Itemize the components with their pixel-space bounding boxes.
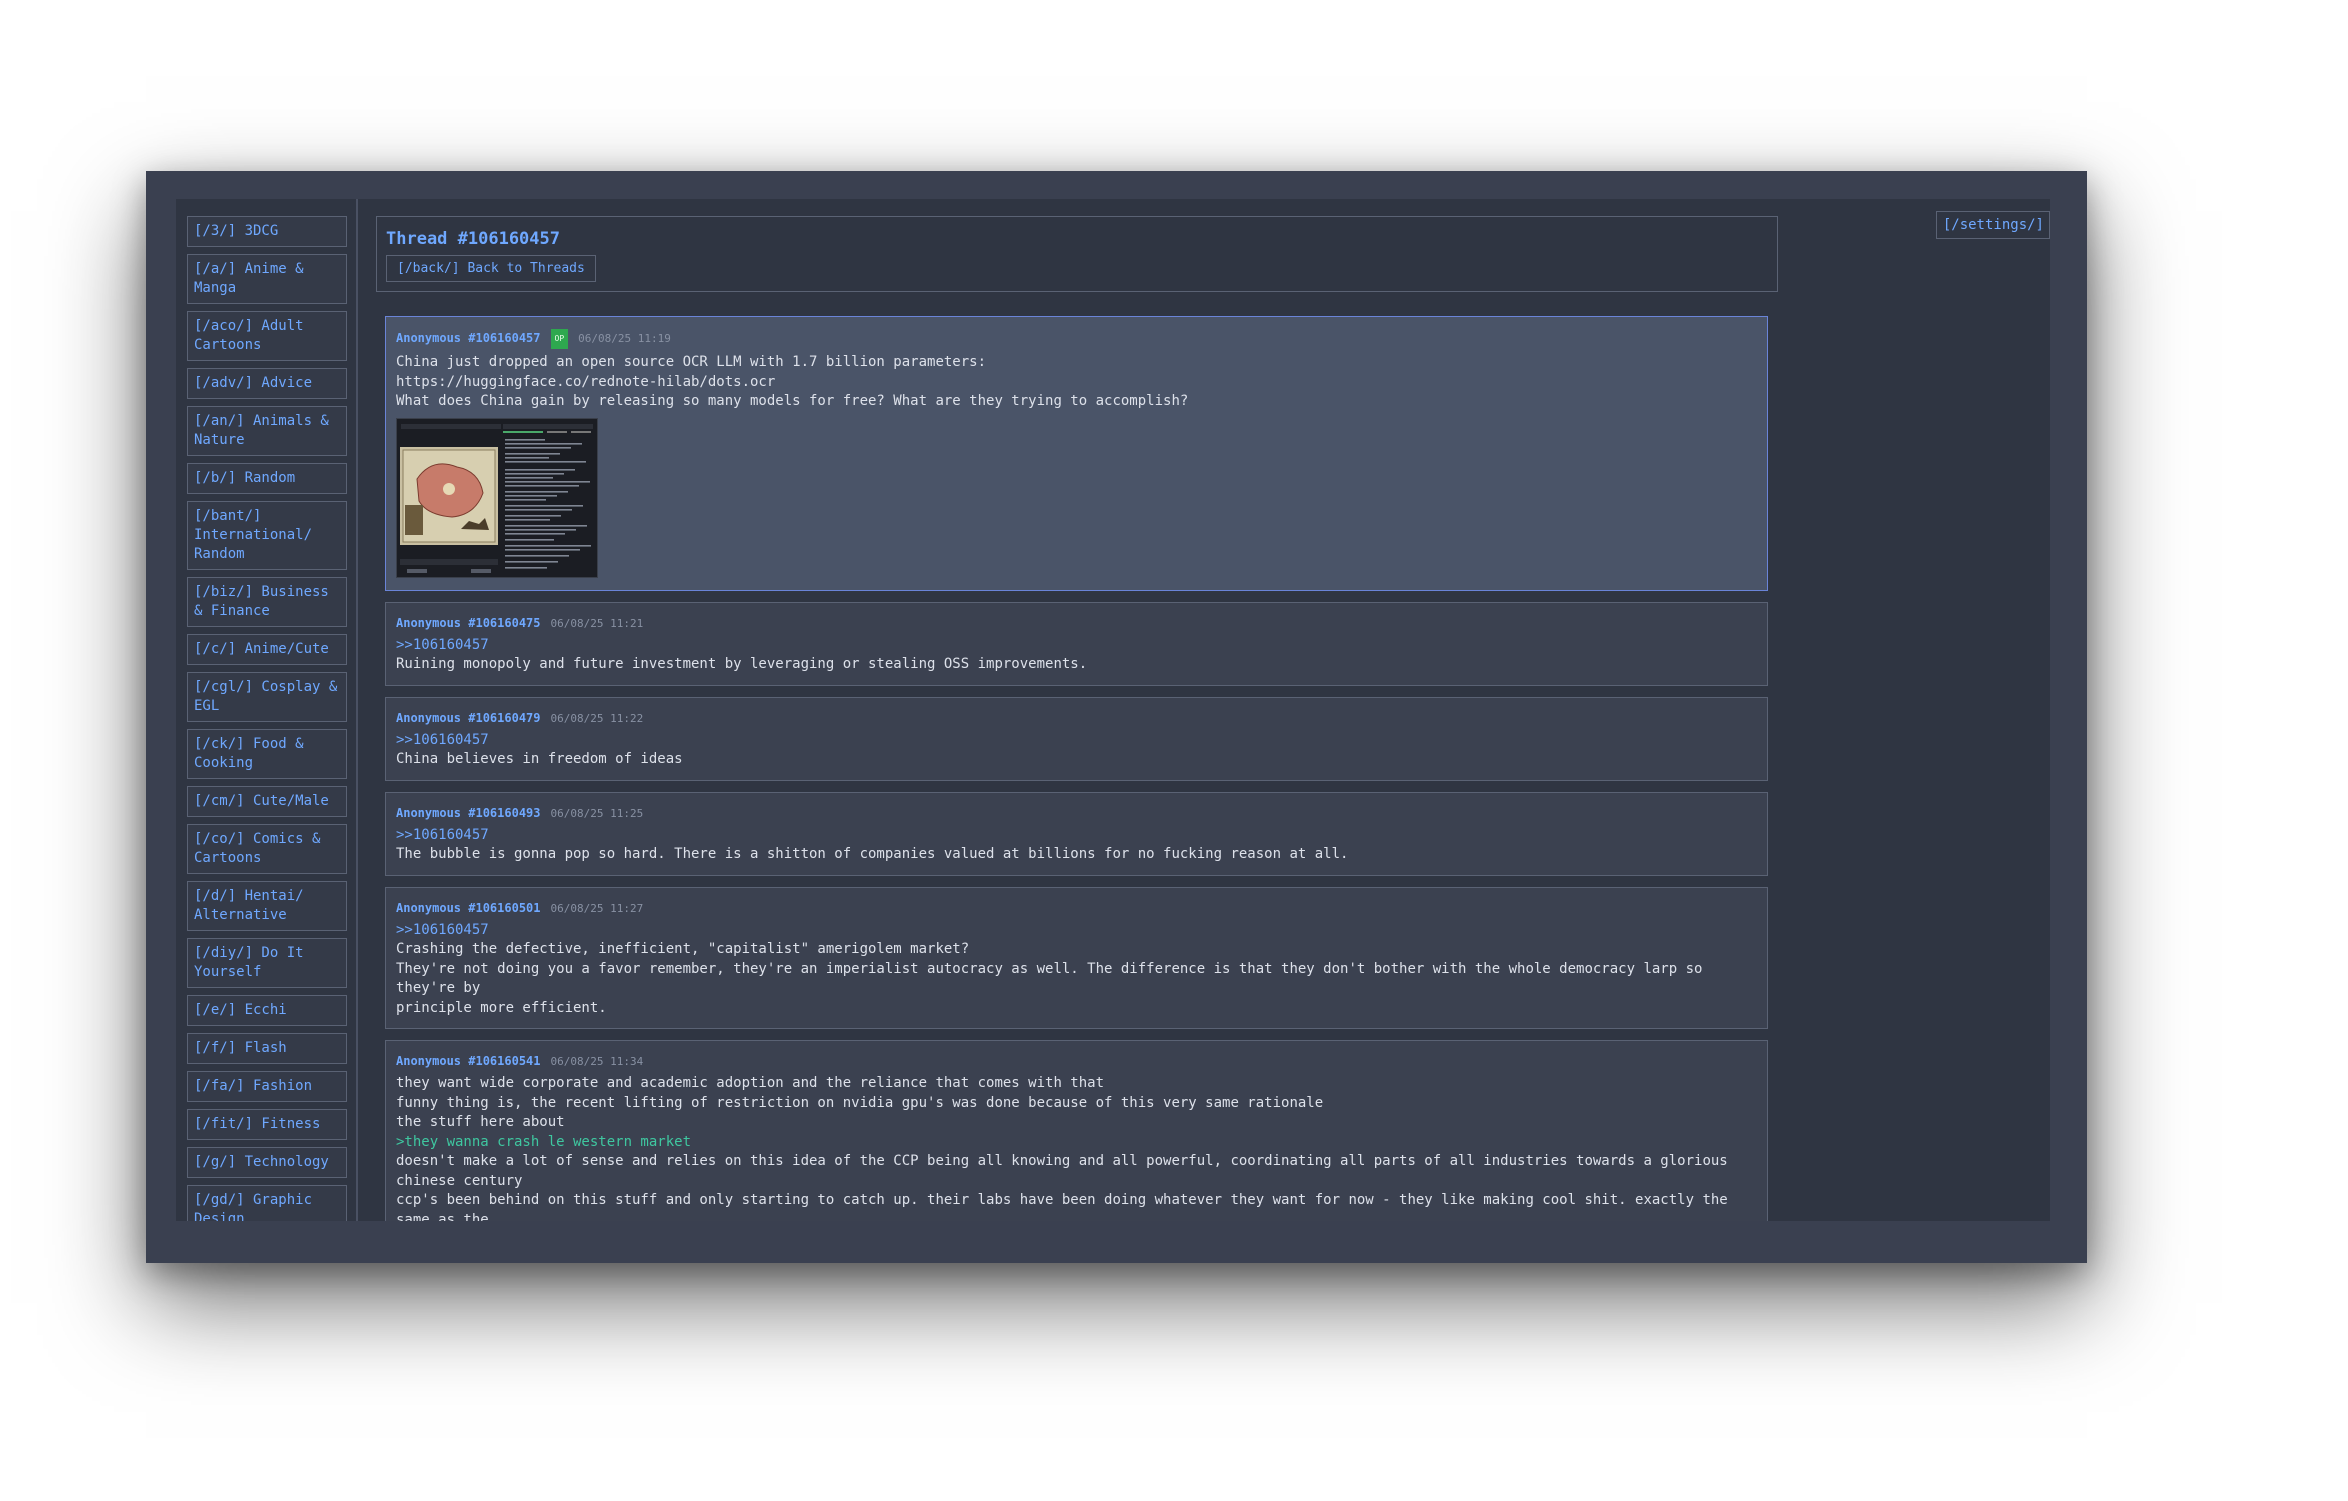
thread-main: Thread #106160457 [/back/] Back to Threa…	[376, 216, 1778, 1221]
post-meta: Anonymous #106160541 06/08/25 11:34	[396, 1053, 1757, 1070]
sidebar-board-link[interactable]: [/d/] Hentai/ Alternative	[187, 881, 347, 931]
sidebar-board-link[interactable]: [/cgl/] Cosplay & EGL	[187, 672, 347, 722]
sidebar-board-link[interactable]: [/co/] Comics & Cartoons	[187, 824, 347, 874]
sidebar-board-link[interactable]: [/cm/] Cute/Male	[187, 786, 347, 817]
post-quote-link[interactable]: >>106160457	[396, 731, 1757, 751]
board-sidebar: [/3/] 3DCG [/a/] Anime & Manga [/aco/] Adu…	[176, 199, 358, 1221]
post-text-line: funny thing is, the recent lifting of re…	[396, 1094, 1324, 1111]
sidebar-board-link[interactable]: [/c/] Anime/Cute	[187, 634, 347, 665]
page-viewport: [/3/] 3DCG [/a/] Anime & Manga [/aco/] Adu…	[176, 199, 2050, 1221]
sidebar-board-link[interactable]: [/an/] Animals & Nature	[187, 406, 347, 456]
reply-post: Anonymous #106160493 06/08/25 11:25 >>1061…	[385, 791, 1768, 876]
op-badge: OP	[550, 329, 569, 349]
back-to-threads-button[interactable]: [/back/] Back to Threads	[386, 255, 596, 282]
reply-post: Anonymous #106160501 06/08/25 11:27 >>1061…	[385, 886, 1768, 1029]
post-text-line: China just dropped an open source OCR LL…	[396, 354, 987, 370]
post-author-link[interactable]: Anonymous #106160457	[396, 331, 541, 345]
post-quote-link[interactable]: >>106160457	[396, 921, 1757, 941]
post-quote-link[interactable]: >>106160457	[396, 636, 1757, 656]
post-timestamp: 06/08/25 11:21	[550, 616, 644, 630]
post-image-thumbnail[interactable]	[396, 417, 598, 578]
post-author-link[interactable]: Anonymous #106160475	[396, 616, 541, 630]
browser-window: [/3/] 3DCG [/a/] Anime & Manga [/aco/] Adu…	[146, 171, 2087, 1263]
sidebar-board-link[interactable]: [/g/] Technology	[187, 1147, 347, 1178]
post-author-link[interactable]: Anonymous #106160479	[396, 711, 541, 725]
sidebar-board-link[interactable]: [/e/] Ecchi	[187, 995, 347, 1026]
post-text-line: principle more efficient.	[396, 999, 607, 1016]
post-meta: Anonymous #106160475 06/08/25 11:21	[396, 615, 1757, 632]
post-author-link[interactable]: Anonymous #106160541	[396, 1054, 541, 1068]
post-text-line: https://huggingface.co/rednote-hilab/dot…	[396, 373, 776, 390]
post-timestamp: 06/08/25 11:27	[550, 901, 644, 915]
post-meta: Anonymous #106160493 06/08/25 11:25	[396, 805, 1757, 822]
sidebar-board-link[interactable]: [/diy/] Do It Yourself	[187, 938, 347, 988]
post-text-line: doesn't make a lot of sense and relies o…	[396, 1153, 1737, 1189]
sidebar-board-link[interactable]: [/bant/] International/ Random	[187, 501, 347, 570]
post-text-line: ccp's been behind on this stuff and only…	[396, 1192, 1737, 1221]
post-timestamp: 06/08/25 11:19	[578, 332, 671, 345]
greentext-line: >they wanna crash le western market	[396, 1133, 692, 1150]
sidebar-board-link[interactable]: [/adv/] Advice	[187, 368, 347, 399]
reply-post: Anonymous #106160475 06/08/25 11:21 >>1061…	[385, 601, 1768, 686]
sidebar-board-link[interactable]: [/gd/] Graphic Design	[187, 1185, 347, 1221]
post-text-line: What does China gain by releasing so man…	[396, 393, 1189, 409]
post-text-line: Ruining monopoly and future investment b…	[396, 656, 1088, 672]
post-text-line: China believes in freedom of ideas	[396, 751, 683, 767]
post-quote-link[interactable]: >>106160457	[396, 826, 1757, 846]
post-text-line: They're not doing you a favor remember, …	[396, 960, 1711, 997]
post-author-link[interactable]: Anonymous #106160493	[396, 806, 541, 820]
sidebar-board-link[interactable]: [/aco/] Adult Cartoons	[187, 311, 347, 361]
post-text-line: the stuff here about	[396, 1114, 565, 1130]
sidebar-board-link[interactable]: [/fit/] Fitness	[187, 1109, 347, 1140]
post-meta: Anonymous #106160501 06/08/25 11:27	[396, 900, 1757, 917]
page-title: Thread #106160457	[386, 229, 560, 249]
reply-post: Anonymous #106160479 06/08/25 11:22 >>1061…	[385, 696, 1768, 781]
post-text-line: Crashing the defective, inefficient, "ca…	[396, 941, 970, 957]
post-timestamp: 06/08/25 11:34	[550, 1055, 644, 1068]
post-timestamp: 06/08/25 11:22	[550, 711, 644, 725]
sidebar-board-link[interactable]: [/f/] Flash	[187, 1033, 347, 1064]
post-text-line: they want wide corporate and academic ad…	[396, 1075, 1105, 1091]
reply-post: Anonymous #106160541 06/08/25 11:34 they w…	[385, 1040, 1768, 1221]
thread-header: Thread #106160457 [/back/] Back to Threa…	[376, 216, 1778, 292]
sidebar-board-link[interactable]: [/fa/] Fashion	[187, 1071, 347, 1102]
settings-button[interactable]: [/settings/]	[1935, 211, 2050, 239]
sidebar-board-link[interactable]: [/b/] Random	[187, 463, 347, 494]
op-post: Anonymous #106160457 OP 06/08/25 11:19 Chin…	[385, 316, 1768, 591]
board-list: [/3/] 3DCG [/a/] Anime & Manga [/aco/] Adu…	[187, 216, 347, 1221]
sidebar-board-link[interactable]: [/ck/] Food & Cooking	[187, 729, 347, 779]
sidebar-board-link[interactable]: [/biz/] Business & Finance	[187, 577, 347, 627]
post-author-link[interactable]: Anonymous #106160501	[396, 901, 541, 915]
post-text-line: The bubble is gonna pop so hard. There i…	[396, 846, 1349, 862]
sidebar-board-link[interactable]: [/a/] Anime & Manga	[187, 254, 347, 304]
post-meta: Anonymous #106160457 OP 06/08/25 11:19	[396, 329, 1757, 349]
sidebar-board-link[interactable]: [/3/] 3DCG	[187, 216, 347, 247]
post-meta: Anonymous #106160479 06/08/25 11:22	[396, 710, 1757, 727]
post-list: Anonymous #106160457 OP 06/08/25 11:19 Chin…	[385, 316, 1768, 1221]
screenshot-thumbnail-graphic	[397, 418, 597, 577]
post-timestamp: 06/08/25 11:25	[550, 806, 644, 820]
